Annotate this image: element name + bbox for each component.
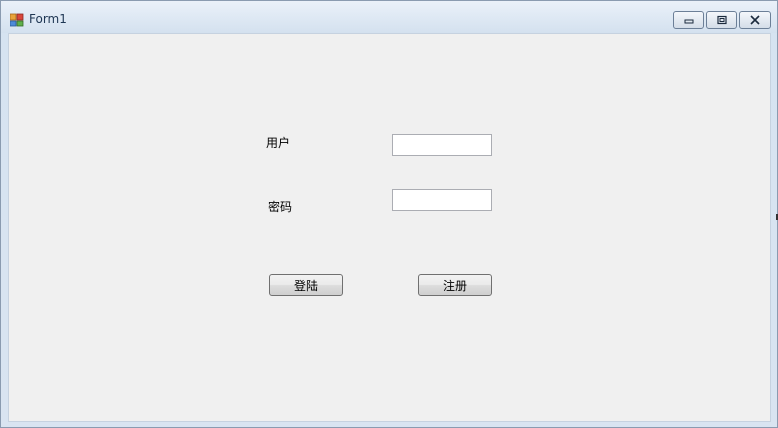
maximize-icon [716,15,727,25]
maximize-button[interactable] [706,11,737,29]
password-label: 密码 [268,200,293,214]
close-button[interactable] [739,11,771,29]
register-button[interactable]: 注册 [418,274,492,296]
form-window: Form1 用户 密码 登陆 注册 [0,0,778,428]
login-button[interactable]: 登陆 [269,274,343,296]
app-icon [9,12,24,27]
username-label: 用户 [266,136,291,150]
minimize-button[interactable] [673,11,704,29]
close-icon [750,15,760,25]
title-bar[interactable]: Form1 [1,1,777,33]
minimize-icon [684,19,693,24]
username-input[interactable] [392,134,492,156]
form-client-area: 用户 密码 登陆 注册 [8,33,771,422]
password-input[interactable] [392,189,492,211]
window-title: Form1 [29,12,67,26]
